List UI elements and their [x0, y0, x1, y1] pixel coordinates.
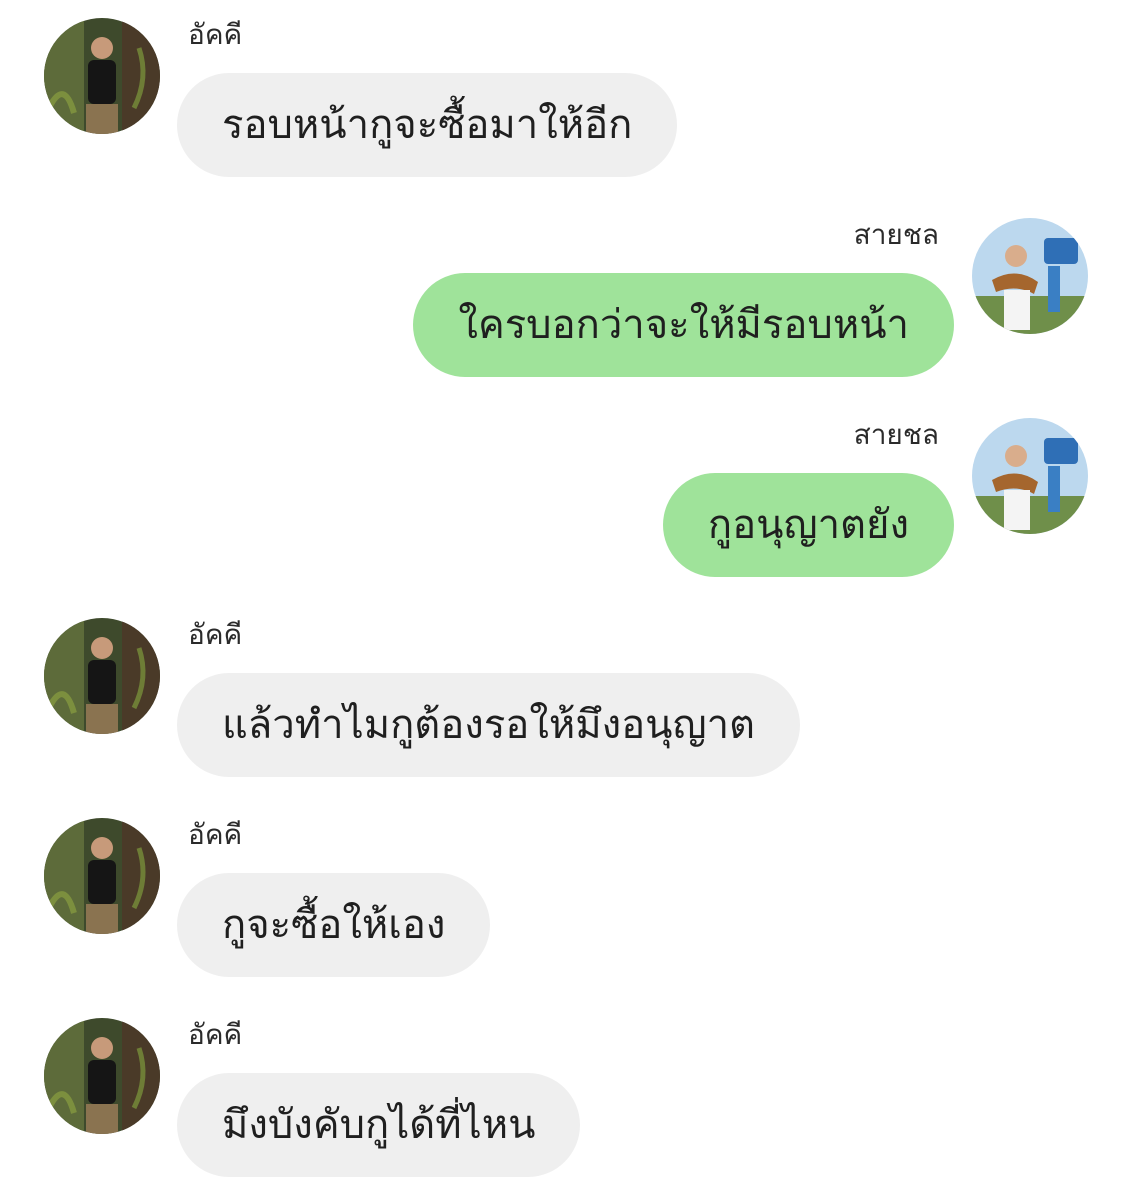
profile-photo-icon[interactable] [44, 18, 160, 134]
sender-name: อัคคี [188, 18, 243, 51]
message-bubble[interactable]: มึงบังคับกูได้ที่ไหน [177, 1073, 581, 1177]
chat-message: อัคคี รอบหน้ากูจะซื้อมาให้อีก [0, 0, 1131, 200]
sender-name: อัคคี [188, 618, 243, 651]
chat-message: สายชล ใครบอกว่าจะให้มีรอบหน้า [0, 200, 1131, 400]
message-bubble[interactable]: แล้วทำไมกูต้องรอให้มึงอนุญาต [177, 673, 801, 777]
sender-name: สายชล [853, 218, 939, 251]
message-bubble[interactable]: รอบหน้ากูจะซื้อมาให้อีก [177, 73, 678, 177]
profile-photo-icon[interactable] [972, 218, 1088, 334]
profile-photo-icon[interactable] [44, 618, 160, 734]
message-bubble[interactable]: กูอนุญาตยัง [662, 473, 954, 577]
chat-message: อัคคี แล้วทำไมกูต้องรอให้มึงอนุญาต [0, 600, 1131, 800]
profile-photo-icon[interactable] [44, 1018, 160, 1134]
sender-name: อัคคี [188, 818, 243, 851]
sender-name: อัคคี [188, 1018, 243, 1051]
sender-name: สายชล [853, 418, 939, 451]
message-bubble[interactable]: ใครบอกว่าจะให้มีรอบหน้า [413, 273, 954, 377]
chat-message: สายชล กูอนุญาตยัง [0, 400, 1131, 600]
chat-message: อัคคี มึงบังคับกูได้ที่ไหน [0, 1000, 1131, 1200]
message-bubble[interactable]: กูจะซื้อให้เอง [177, 873, 491, 977]
chat-message: อัคคี กูจะซื้อให้เอง [0, 800, 1131, 1000]
profile-photo-icon[interactable] [44, 818, 160, 934]
profile-photo-icon[interactable] [972, 418, 1088, 534]
